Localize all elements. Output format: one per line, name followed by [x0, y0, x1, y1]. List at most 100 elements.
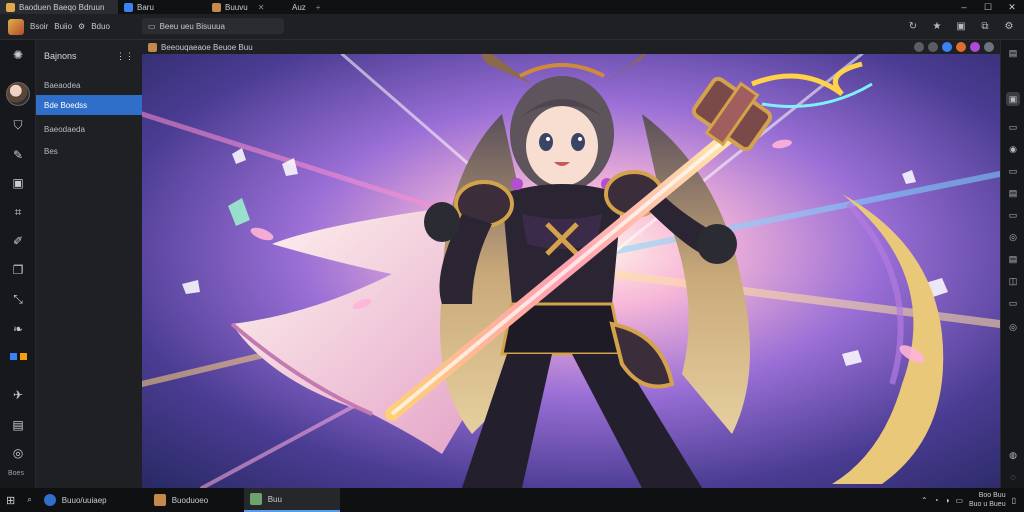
- settings-icon[interactable]: ◌: [1006, 470, 1020, 484]
- app-icon: [249, 493, 262, 505]
- frame-icon[interactable]: ▣: [9, 174, 27, 192]
- notifications-icon[interactable]: ▯: [1012, 496, 1016, 505]
- close-window-button[interactable]: ✕: [1000, 0, 1024, 14]
- action-icon[interactable]: [914, 42, 924, 52]
- tab-second[interactable]: Baru: [118, 0, 206, 14]
- address-bar[interactable]: ▭ Beeu ueu Bisuuua: [142, 18, 284, 34]
- blue-square-icon[interactable]: [10, 353, 17, 360]
- resize-icon[interactable]: ⤡: [9, 290, 27, 308]
- book-icon[interactable]: ❐: [9, 261, 27, 279]
- wifi-icon[interactable]: ◔: [934, 496, 939, 505]
- taskbar-search-text: Buuo/uuiaep: [61, 495, 107, 505]
- refresh-icon[interactable]: ↻: [906, 19, 920, 33]
- action-icon[interactable]: [942, 42, 952, 52]
- sidebar-item[interactable]: Baeodaeda: [36, 119, 142, 139]
- clock-date: Buo u Bueu: [969, 501, 1006, 508]
- menu-item[interactable]: Buiio: [54, 22, 72, 31]
- menu-item[interactable]: Bsoir: [30, 22, 48, 31]
- tool-icon[interactable]: ◎: [1006, 320, 1020, 334]
- tab-fourth[interactable]: Auz +: [286, 0, 386, 14]
- taskbar-app-label: Buoduoeo: [171, 495, 209, 505]
- content-actions: [914, 42, 994, 52]
- address-text: Beeu ueu Bisuuua: [159, 21, 225, 31]
- toolbar-menu: Bsoir Buiio ⚙ Bduo: [0, 18, 142, 35]
- close-tab-icon[interactable]: ✕: [258, 3, 265, 12]
- new-tab-button[interactable]: +: [316, 3, 321, 12]
- tool-icon[interactable]: ▤: [1006, 186, 1020, 200]
- window-icon: [124, 2, 133, 12]
- illustration: [142, 54, 1000, 488]
- tool-icon[interactable]: ▭: [1006, 120, 1020, 134]
- clock[interactable]: Boo Buu Buo u Bueu: [969, 491, 1006, 509]
- search-icon: ⌕: [27, 495, 32, 504]
- battery-icon[interactable]: ▭: [955, 496, 963, 505]
- tool-icon[interactable]: ▭: [1006, 208, 1020, 222]
- tool-icon[interactable]: ◫: [1006, 274, 1020, 288]
- clock-time: Boo Buu: [978, 492, 1006, 499]
- settings-gear-icon[interactable]: ⚙: [78, 22, 85, 31]
- taskbar-app-active[interactable]: Buu: [243, 488, 340, 512]
- taskbar: ⊞ ⌕ Buuo/uuiaep Buoduoeo Buu ⌃ ◔ ◑ ▭ Boo…: [0, 488, 1024, 512]
- tool-icon[interactable]: ▤: [1006, 252, 1020, 266]
- app-logo-icon: [6, 2, 15, 12]
- leaf-icon[interactable]: ❧: [9, 320, 27, 338]
- sidebar-item-selected[interactable]: Bde Boedss: [36, 95, 142, 115]
- taskbar-search[interactable]: Buuo/uuiaep: [38, 488, 148, 512]
- sidebar-item[interactable]: Baeaodea: [36, 75, 142, 95]
- sidebar-item[interactable]: Bes: [36, 141, 142, 161]
- volume-icon[interactable]: ◑: [945, 496, 950, 505]
- screen-icon[interactable]: ▤: [9, 416, 27, 434]
- compass-icon[interactable]: ✺: [9, 46, 27, 64]
- maximize-button[interactable]: ☐: [976, 0, 1000, 14]
- tab-label: Baoduen Baeqo Bdruun: [19, 2, 105, 12]
- panel-icon[interactable]: ▤: [1006, 46, 1020, 60]
- window-controls: – ☐ ✕: [952, 0, 1024, 14]
- tab-strip: Baoduen Baeqo Bdruun Baru Buuvu ✕ Auz + …: [0, 0, 1024, 14]
- settings-icon[interactable]: ⚙: [1002, 19, 1016, 33]
- extensions-icon[interactable]: ⧉: [978, 19, 992, 33]
- tab-label: Buuvu: [225, 2, 248, 12]
- megaphone-icon[interactable]: ✈: [9, 386, 27, 404]
- system-tray: ⌃ ◔ ◑ ▭ Boo Buu Buo u Bueu ▯: [921, 488, 1016, 512]
- tab-label: Auz: [292, 2, 306, 12]
- chat-icon[interactable]: ◉: [1006, 142, 1020, 156]
- tool-icon[interactable]: ▭: [1006, 164, 1020, 178]
- side-panel: Bajnons ⋮⋮ Baeaodea Bde Boedss Baeodaeda…: [36, 40, 142, 488]
- left-icon-rail: ✺ ⛉ ✎ ▣ ⌗ ✐ ❐ ⤡ ❧ ✈ ▤ ◎ Boes: [0, 40, 36, 488]
- content-header: Beeouqaeaoe Beuoe Buu: [142, 40, 1000, 54]
- panel-header: Bajnons ⋮⋮: [36, 40, 142, 72]
- artwork-image: [142, 54, 1000, 488]
- app-logo-icon[interactable]: [8, 18, 24, 35]
- taskbar-app[interactable]: Buoduoeo: [148, 488, 244, 512]
- tab-image[interactable]: Buuvu ✕: [206, 0, 286, 14]
- selected-tool-icon[interactable]: ▣: [1006, 92, 1020, 106]
- right-icon-rail: ▤ ▣ ▭ ◉ ▭ ▤ ▭ ◎ ▤ ◫ ▭ ◎ ◍ ◌: [1000, 40, 1024, 488]
- chevron-up-icon[interactable]: ⌃: [921, 496, 928, 505]
- shield-icon[interactable]: ⛉: [9, 116, 27, 134]
- action-icon[interactable]: [970, 42, 980, 52]
- image-tab-icon: [212, 2, 221, 12]
- rail-label: Boes: [8, 470, 24, 477]
- help-icon[interactable]: ◍: [1006, 448, 1020, 462]
- globe-icon[interactable]: ◎: [9, 444, 27, 462]
- avatar[interactable]: [6, 82, 30, 106]
- brush-icon[interactable]: ✐: [9, 232, 27, 250]
- orange-square-icon[interactable]: [20, 353, 27, 360]
- crop-icon[interactable]: ⌗: [9, 203, 27, 221]
- chat-icon[interactable]: ◎: [1006, 230, 1020, 244]
- search-button[interactable]: ⌕: [21, 488, 37, 512]
- action-icon[interactable]: [956, 42, 966, 52]
- action-icon[interactable]: [984, 42, 994, 52]
- toolbar-actions: ↻ ★ ▣ ⧉ ⚙: [906, 19, 1016, 33]
- star-icon[interactable]: ★: [930, 19, 944, 33]
- action-icon[interactable]: [928, 42, 938, 52]
- start-button[interactable]: ⊞: [0, 488, 21, 512]
- drag-handle-icon[interactable]: ⋮⋮: [116, 51, 134, 62]
- collections-icon[interactable]: ▣: [954, 19, 968, 33]
- browser-logo-icon: [43, 494, 56, 506]
- tool-icon[interactable]: ▭: [1006, 296, 1020, 310]
- edit-icon[interactable]: ✎: [9, 146, 27, 164]
- menu-item[interactable]: Bduo: [91, 22, 110, 31]
- tab-main[interactable]: Baoduen Baeqo Bdruun: [0, 0, 118, 14]
- minimize-button[interactable]: –: [952, 0, 976, 14]
